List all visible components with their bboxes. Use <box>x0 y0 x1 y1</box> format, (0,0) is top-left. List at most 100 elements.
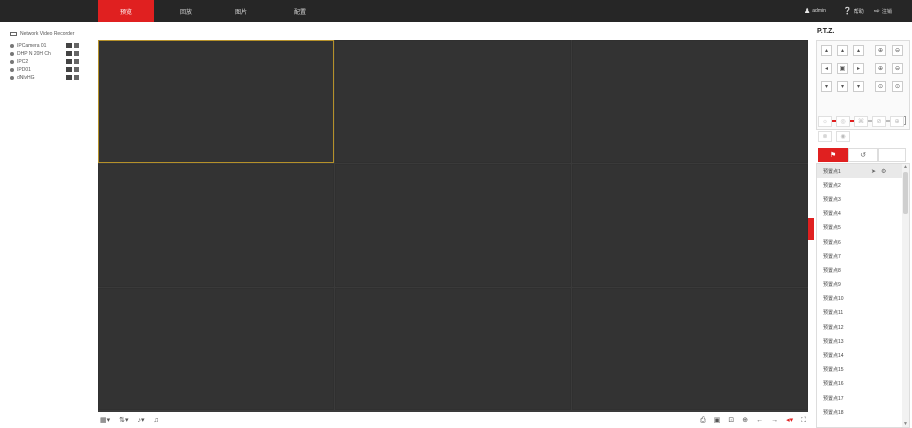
record-icon[interactable] <box>66 67 72 72</box>
logout-button[interactable]: ⇨ 注销 <box>874 0 892 22</box>
capture-icon[interactable]: ⎙ <box>700 416 706 425</box>
digital-zoom-icon[interactable]: ⊡ <box>728 416 734 425</box>
ptz-up-left-button[interactable]: ▴ <box>821 45 832 56</box>
tree-channel[interactable]: IPCamera 01 <box>10 42 94 50</box>
record-icon[interactable] <box>66 51 72 56</box>
layout-icon[interactable]: ▦▾ <box>100 416 110 425</box>
tab-configuration[interactable]: 配置 <box>272 0 328 22</box>
zoom-in-icon[interactable]: ⊕ <box>875 45 886 56</box>
list-item[interactable]: 预置点17 <box>817 391 909 405</box>
preview-icon[interactable] <box>74 67 79 72</box>
tab-pattern[interactable] <box>878 148 906 162</box>
tab-playback[interactable]: 回放 <box>158 0 214 22</box>
next-page-icon[interactable]: → <box>771 416 778 425</box>
audio-icon[interactable]: ♪▾ <box>138 416 145 425</box>
video-window[interactable] <box>572 288 808 410</box>
record-icon[interactable] <box>66 75 72 80</box>
tree-channel[interactable]: IPC2 <box>10 58 94 66</box>
preview-icon[interactable] <box>74 75 79 80</box>
list-item[interactable]: 预置点2 <box>817 178 909 192</box>
preview-icon[interactable] <box>74 43 79 48</box>
list-item[interactable]: 预置点5 <box>817 221 909 235</box>
record-icon[interactable]: ▣ <box>714 416 721 425</box>
ptz-down-right-button[interactable]: ▾ <box>853 81 864 92</box>
ptz-down-button[interactable]: ▾ <box>837 81 848 92</box>
ptz-up-right-button[interactable]: ▴ <box>853 45 864 56</box>
channel-label: dNlvHG <box>17 75 35 81</box>
lens-init-icon[interactable]: ⊘ <box>872 116 886 127</box>
talk-icon[interactable]: ♫ <box>154 416 159 425</box>
set-preset-icon[interactable]: ⚙ <box>881 168 886 175</box>
prev-page-icon[interactable]: ← <box>756 416 763 425</box>
scroll-up-icon[interactable]: ▲ <box>903 164 908 170</box>
list-item[interactable]: 预置点8 <box>817 263 909 277</box>
user-menu[interactable]: ♟ admin <box>804 0 826 22</box>
video-window[interactable] <box>335 164 571 287</box>
ptz-down-left-button[interactable]: ▾ <box>821 81 832 92</box>
preview-icon[interactable] <box>74 59 79 64</box>
fullscreen-icon[interactable]: ⛶ <box>801 416 806 425</box>
video-window[interactable] <box>98 164 334 287</box>
top-navigation-bar: 预览 回放 图片 配置 ♟ admin ❔ 帮助 ⇨ 注销 <box>0 0 912 22</box>
tab-patrol[interactable]: ↺ <box>848 148 878 162</box>
list-item[interactable]: 预置点11 <box>817 306 909 320</box>
tab-preset[interactable]: ⚑ <box>818 148 848 162</box>
list-item[interactable]: 预置点13 <box>817 334 909 348</box>
manual-track-icon[interactable]: ⊗ <box>818 131 832 142</box>
tab-live-view[interactable]: 预览 <box>98 0 154 22</box>
ptz-right-button[interactable]: ▸ <box>853 63 864 74</box>
record-icon[interactable] <box>66 59 72 64</box>
focus-near-icon[interactable]: ⊕ <box>875 63 886 74</box>
list-item[interactable]: 预置点12 <box>817 320 909 334</box>
camera-status-icon <box>10 44 14 48</box>
preview-icon[interactable] <box>74 51 79 56</box>
list-item[interactable]: 预置点10 <box>817 292 909 306</box>
video-window[interactable] <box>572 40 808 163</box>
list-item[interactable]: 预置点1 ➤ ⚙ <box>817 164 909 179</box>
list-item[interactable]: 预置点16 <box>817 377 909 391</box>
one-touch-park-icon[interactable]: ◉ <box>836 131 850 142</box>
preset-label: 预置点14 <box>823 353 844 360</box>
light-icon[interactable]: ☼ <box>818 116 832 127</box>
zoom-out-icon[interactable]: ⊖ <box>892 45 903 56</box>
preset-scrollbar[interactable]: ▲ ▼ <box>902 164 909 427</box>
tree-channel[interactable]: dNlvHG <box>10 74 94 82</box>
list-item[interactable]: 预置点15 <box>817 363 909 377</box>
list-item[interactable]: 预置点6 <box>817 235 909 249</box>
scroll-down-icon[interactable]: ▼ <box>903 421 908 427</box>
tree-channel[interactable]: IPD01 <box>10 66 94 74</box>
scroll-thumb[interactable] <box>903 172 908 214</box>
list-item[interactable]: 预置点3 <box>817 192 909 206</box>
ptz-auto-button[interactable]: ▣ <box>837 63 848 74</box>
tab-picture[interactable]: 图片 <box>213 0 269 22</box>
list-item[interactable]: 预置点7 <box>817 249 909 263</box>
preset-label: 预置点18 <box>823 409 844 416</box>
video-window[interactable] <box>98 40 334 163</box>
ptz-left-button[interactable]: ◂ <box>821 63 832 74</box>
iris-close-icon[interactable]: ⊙ <box>892 81 903 92</box>
video-window[interactable] <box>572 164 808 287</box>
volume-icon[interactable]: ◂▾ <box>786 416 793 425</box>
3d-position-icon[interactable]: ⌘ <box>854 116 868 127</box>
tree-channel[interactable]: DHP N 20H Ch <box>10 50 94 58</box>
call-preset-icon[interactable]: ➤ <box>871 168 876 175</box>
video-window[interactable] <box>335 288 571 410</box>
list-item[interactable]: 预置点14 <box>817 348 909 362</box>
iris-open-icon[interactable]: ⊙ <box>875 81 886 92</box>
tree-root-label: Network Video Recorder <box>20 31 75 37</box>
tree-root-nvr[interactable]: Network Video Recorder <box>10 30 94 38</box>
list-item[interactable]: 预置点9 <box>817 278 909 292</box>
zoom-icon[interactable]: ⊕ <box>742 416 748 425</box>
help-button[interactable]: ❔ 帮助 <box>843 0 864 22</box>
list-item[interactable]: 预置点4 <box>817 207 909 221</box>
wiper-icon[interactable]: ◎ <box>836 116 850 127</box>
focus-far-icon[interactable]: ⊖ <box>892 63 903 74</box>
record-icon[interactable] <box>66 43 72 48</box>
video-window[interactable] <box>335 40 571 163</box>
logout-icon: ⇨ <box>874 8 880 15</box>
stream-icon[interactable]: ⇅▾ <box>119 416 128 425</box>
ptz-up-button[interactable]: ▴ <box>837 45 848 56</box>
video-window[interactable] <box>98 288 334 410</box>
aux-focus-icon[interactable]: ⊕ <box>890 116 904 127</box>
list-item[interactable]: 预置点18 <box>817 405 909 419</box>
